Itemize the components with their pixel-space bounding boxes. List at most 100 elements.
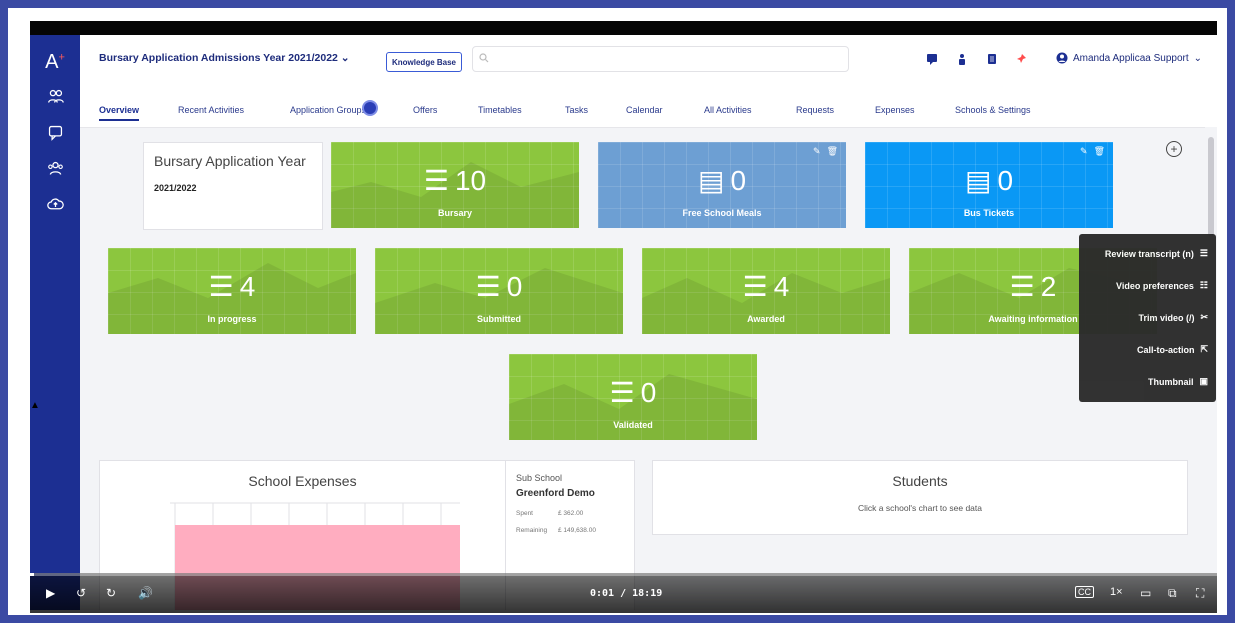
group-icon[interactable] (30, 154, 80, 182)
spent-label: Spent (516, 510, 533, 517)
tab-application-groups[interactable]: Application Groups (290, 105, 366, 115)
knowledge-base-button[interactable]: Knowledge Base (386, 52, 462, 72)
tile-bursary[interactable]: ☰ 10 Bursary (331, 142, 579, 228)
play-icon[interactable]: ▶ (46, 586, 55, 600)
remaining-label: Remaining (516, 527, 548, 534)
playback-time: 0:01 / 18:19 (590, 588, 663, 599)
list-icon: ▤ (964, 165, 992, 196)
forward-5-icon[interactable]: ↻ (106, 586, 116, 600)
tile-validated[interactable]: ☰ 0 Validated (509, 354, 757, 440)
tile-value: 0 (997, 164, 1014, 196)
edit-icon[interactable]: ✎ (1080, 146, 1088, 157)
tab-recent-activities[interactable]: Recent Activities (178, 105, 244, 115)
user-menu[interactable]: Amanda Applicaa Support ⌄ (1056, 52, 1202, 64)
sub-school-label: Sub School (516, 473, 563, 483)
list-icon: ☰ (423, 165, 449, 196)
cursor-highlight-dot (362, 100, 378, 116)
tab-calendar[interactable]: Calendar (626, 105, 663, 115)
trim-video-item[interactable]: Trim video (/) ✂ (1138, 312, 1208, 323)
tab-all-activities[interactable]: All Activities (704, 105, 752, 115)
spent-value: £ 362.00 (558, 510, 584, 517)
avatar-icon (1056, 52, 1068, 64)
remaining-value: £ 149,638.00 (558, 527, 596, 534)
search-input[interactable] (472, 46, 849, 72)
tab-tasks[interactable]: Tasks (565, 105, 588, 115)
tile-value: 2 (1040, 270, 1057, 302)
person-alert-icon[interactable] (954, 51, 970, 67)
message-icon[interactable] (924, 51, 940, 67)
list-icon: ☰ (609, 377, 635, 408)
document-icon[interactable] (984, 51, 1000, 67)
video-progress-bar[interactable] (30, 573, 1217, 576)
list-icon: ☰ (742, 271, 768, 302)
tab-expenses[interactable]: Expenses (875, 105, 915, 115)
tile-label: In progress (207, 314, 257, 324)
tile-awarded[interactable]: ☰ 4 Awarded (642, 248, 890, 334)
add-tile-icon[interactable]: + (1166, 141, 1182, 157)
students-heading: Students (892, 473, 948, 489)
students-panel: Students Click a school's chart to see d… (652, 460, 1188, 535)
edit-icon[interactable]: ✎ (813, 146, 821, 157)
playback-speed[interactable]: 1× (1110, 586, 1123, 598)
thumbnail-item[interactable]: Thumbnail ▣ (1148, 376, 1208, 387)
pin-icon[interactable] (1014, 51, 1030, 67)
year-card-heading: Bursary Application Year (154, 153, 306, 169)
tile-bus-tickets[interactable]: ✎ 🗑 ▤ 0 Bus Tickets (865, 142, 1113, 228)
tab-timetables[interactable]: Timetables (478, 105, 522, 115)
tile-value: 0 (640, 376, 657, 408)
left-nav-rail: A+ (30, 35, 80, 610)
picture-in-picture-icon[interactable]: ⧉ (1168, 586, 1177, 601)
call-to-action-item[interactable]: Call-to-action ⇱ (1137, 344, 1208, 355)
students-hint: Click a school's chart to see data (858, 503, 982, 513)
overview-content: Bursary Application Year 2021/2022 ☰ 10 B… (80, 127, 1205, 610)
sliders-icon: ☷ (1199, 280, 1208, 290)
video-player-controls: ▶ ↺ ↻ 🔊 0:01 / 18:19 CC 1× ▭ ⧉ ⛶ (30, 573, 1217, 613)
theater-mode-icon[interactable]: ▭ (1140, 586, 1151, 600)
tile-value: 4 (239, 270, 256, 302)
video-preferences-item[interactable]: Video preferences ☷ (1116, 280, 1208, 291)
year-card-value: 2021/2022 (154, 183, 197, 193)
tab-offers[interactable]: Offers (413, 105, 437, 115)
captions-icon[interactable]: CC (1075, 586, 1094, 598)
search-icon (479, 53, 489, 63)
app-window: A+ Bursary Application Admissions Year 2… (30, 35, 1217, 610)
tab-requests[interactable]: Requests (796, 105, 834, 115)
sub-school-name: Greenford Demo (516, 488, 595, 499)
list-icon: ☰ (1009, 271, 1035, 302)
app-logo[interactable]: A+ (30, 51, 80, 74)
scissors-icon: ✂ (1200, 312, 1208, 322)
people-icon[interactable] (30, 82, 80, 110)
admissions-year-dropdown[interactable]: Bursary Application Admissions Year 2021… (99, 52, 350, 64)
top-black-bar (30, 21, 1217, 35)
header-icons (924, 51, 1030, 67)
tile-label: Submitted (477, 314, 521, 324)
mouse-cursor-icon: ▲ (30, 400, 40, 411)
trash-icon[interactable]: 🗑 (827, 146, 838, 157)
list-icon: ▤ (697, 165, 725, 196)
video-options-menu: Review transcript (n) ☰ Video preferences… (1079, 234, 1216, 402)
cloud-upload-icon[interactable] (30, 190, 80, 218)
tile-in-progress[interactable]: ☰ 4 In progress (108, 248, 356, 334)
tile-submitted[interactable]: ☰ 0 Submitted (375, 248, 623, 334)
lines-icon: ☰ (1199, 248, 1208, 258)
year-info-card: Bursary Application Year 2021/2022 (143, 142, 323, 230)
tile-value: 4 (773, 270, 790, 302)
trash-icon[interactable]: 🗑 (1094, 146, 1105, 157)
tile-label: Bus Tickets (963, 208, 1015, 218)
tile-value: 0 (506, 270, 523, 302)
fullscreen-icon[interactable]: ⛶ (1196, 586, 1204, 601)
volume-icon[interactable]: 🔊 (138, 586, 153, 600)
tile-label: Bursary (437, 208, 473, 218)
rewind-5-icon[interactable]: ↺ (76, 586, 86, 600)
list-icon: ☰ (475, 271, 501, 302)
tile-label: Awarded (747, 314, 785, 324)
tab-schools-settings[interactable]: Schools & Settings (955, 105, 1031, 115)
chat-icon[interactable] (30, 118, 80, 146)
review-transcript-item[interactable]: Review transcript (n) ☰ (1105, 248, 1208, 259)
tile-label: Free School Meals (682, 208, 762, 218)
tab-overview[interactable]: Overview (99, 105, 140, 121)
tile-label: Validated (613, 420, 653, 430)
header-bar: Bursary Application Admissions Year 2021… (80, 35, 1217, 86)
cursor-icon: ⇱ (1200, 344, 1208, 354)
tile-free-school-meals[interactable]: ✎ 🗑 ▤ 0 Free School Meals (598, 142, 846, 228)
